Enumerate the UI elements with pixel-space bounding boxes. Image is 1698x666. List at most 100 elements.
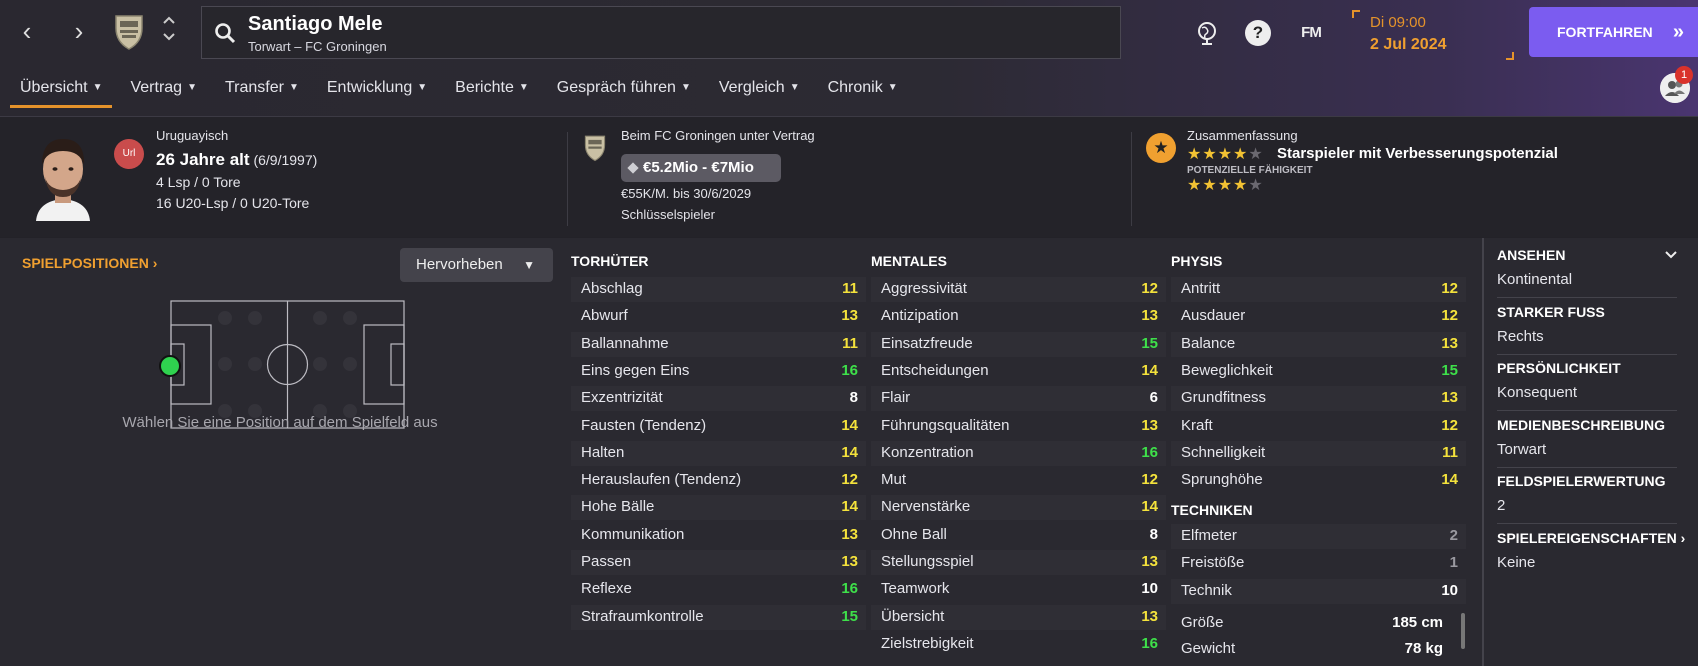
continue-button[interactable]: FORTFAHREN »	[1529, 7, 1698, 57]
age-line: 26 Jahre alt (6/9/1997)	[156, 150, 317, 170]
position-pitch[interactable]	[170, 300, 405, 429]
tab-vertrag[interactable]: Vertrag ▼	[120, 78, 207, 108]
attribute-row[interactable]: Mut 12	[871, 468, 1166, 493]
attribute-row[interactable]: Halten 14	[571, 440, 866, 466]
club-crest-icon[interactable]	[581, 133, 609, 163]
wage: €55K/M. bis 30/6/2029	[621, 186, 752, 201]
player-summary: Url Uruguayisch 26 Jahre alt (6/9/1997) …	[0, 117, 1698, 237]
forward-arrow-icon[interactable]: ›	[64, 16, 94, 46]
attribute-row[interactable]: Abwurf 13	[571, 304, 866, 329]
attribute-row[interactable]: Ballannahme 11	[571, 331, 866, 357]
tab-vergleich[interactable]: Vergleich ▼	[709, 78, 810, 108]
attribute-row[interactable]: Stellungsspiel 13	[871, 550, 1166, 575]
star-icon: ★	[1187, 177, 1203, 194]
fm-logo[interactable]: FM	[1296, 20, 1326, 46]
attribute-row[interactable]: Kommunikation 13	[571, 523, 866, 548]
attribute-row[interactable]: Übersicht 13	[871, 604, 1166, 630]
attribute-value: 8	[849, 389, 858, 407]
chevron-down-icon: ▼	[789, 82, 800, 93]
current-ability-stars: ★★★★★	[1187, 144, 1264, 164]
star-icon: ★	[1187, 146, 1203, 163]
chevron-down-icon: ▼	[523, 258, 535, 272]
attribute-row[interactable]: Ausdauer 12	[1171, 304, 1466, 329]
tab-chronik[interactable]: Chronik ▼	[818, 78, 908, 108]
profile-label[interactable]: SPIELEREIGENSCHAFTEN ›	[1497, 530, 1685, 546]
highlight-dropdown[interactable]: Hervorheben ▼	[400, 248, 553, 282]
attribute-value: 13	[1141, 416, 1158, 434]
summary-title: Zusammenfassung	[1187, 128, 1298, 143]
chevron-down-icon[interactable]	[1664, 248, 1678, 265]
profile-panel: ANSEHEN Kontinental STARKER FUSS Rechts PERS…	[1482, 238, 1698, 666]
attribute-row[interactable]: Reflexe 16	[571, 577, 866, 602]
attribute-name: Balance	[1181, 334, 1236, 352]
date-date: 2 Jul 2024	[1370, 36, 1447, 53]
attribute-value: 13	[1141, 307, 1158, 325]
tab-uebersicht[interactable]: Übersicht ▼	[10, 78, 113, 108]
attribute-value: 14	[841, 416, 858, 434]
help-icon[interactable]: ?	[1245, 20, 1271, 46]
attribute-row[interactable]: Exzentrizität 8	[571, 386, 866, 412]
attribute-row[interactable]: Eins gegen Eins 16	[571, 359, 866, 384]
attribute-row[interactable]: Technik 10	[1171, 578, 1466, 604]
attribute-value: 2	[1449, 527, 1458, 544]
date-display[interactable]: Di 09:00 2 Jul 2024	[1348, 8, 1514, 60]
attribute-value: 13	[1441, 389, 1458, 407]
attribute-row[interactable]: Aggressivität 12	[871, 277, 1166, 302]
attribute-row[interactable]: Zielstrebigkeit 16	[871, 632, 1166, 657]
attribute-value: 16	[1141, 443, 1158, 461]
tab-entwicklung[interactable]: Entwicklung ▼	[317, 78, 437, 108]
club-crest-icon[interactable]	[110, 12, 148, 52]
attribute-row[interactable]: Flair 6	[871, 386, 1166, 412]
tab-berichte[interactable]: Berichte ▼	[445, 78, 539, 108]
attribute-row[interactable]: Kraft 12	[1171, 414, 1466, 439]
attribute-value: 6	[1149, 389, 1158, 407]
attribute-row[interactable]: Nervenstärke 14	[871, 495, 1166, 521]
attribute-row[interactable]: Grundfitness 13	[1171, 386, 1466, 412]
tab-transfer[interactable]: Transfer ▼	[215, 78, 309, 108]
world-icon[interactable]	[1195, 20, 1221, 46]
age: 26 Jahre alt	[156, 150, 250, 169]
back-arrow-icon[interactable]: ‹	[12, 16, 42, 46]
attribute-row[interactable]: Einsatzfreude 15	[871, 331, 1166, 357]
attribute-name: Mut	[881, 471, 907, 489]
attribute-name: Stellungsspiel	[881, 553, 974, 570]
attribute-row[interactable]: Strafraumkontrolle 15	[571, 604, 866, 630]
attribute-row[interactable]: Antizipation 13	[871, 304, 1166, 329]
attribute-row[interactable]: Freistöße 1	[1171, 551, 1466, 576]
attribute-row[interactable]: Fausten (Tendenz) 14	[571, 414, 866, 439]
attribute-row[interactable]: Herauslaufen (Tendenz) 12	[571, 468, 866, 493]
attribute-row[interactable]: Antritt 12	[1171, 277, 1466, 302]
attribute-row[interactable]: Beweglichkeit 15	[1171, 359, 1466, 384]
attribute-row[interactable]: Abschlag 11	[571, 277, 866, 302]
positions-link[interactable]: SPIELPOSITIONEN ›	[22, 255, 157, 271]
transfer-value[interactable]: €5.2Mio - €7Mio	[621, 154, 781, 182]
goalkeeper-position-marker[interactable]	[158, 354, 182, 378]
chevron-down-icon: ▼	[887, 82, 898, 93]
attribute-row[interactable]: Hohe Bälle 14	[571, 495, 866, 521]
mental-heading: MENTALES	[871, 253, 947, 269]
attribute-row[interactable]: Balance 13	[1171, 331, 1466, 357]
attribute-row[interactable]: Passen 13	[571, 550, 866, 575]
attribute-row[interactable]: Führungsqualitäten 13	[871, 414, 1166, 439]
scrollbar[interactable]	[1461, 613, 1465, 649]
switch-player-icon[interactable]	[160, 14, 178, 48]
potential-ability-stars: ★★★★★	[1187, 175, 1264, 195]
player-search-bar[interactable]: Santiago Mele Torwart – FC Groningen	[201, 6, 1121, 59]
attribute-row[interactable]: Elfmeter 2	[1171, 524, 1466, 549]
squad-status: Schlüsselspieler	[621, 207, 715, 222]
attribute-row[interactable]: Sprunghöhe 14	[1171, 468, 1466, 493]
tab-gespraech[interactable]: Gespräch führen ▼	[547, 78, 701, 108]
attribute-row[interactable]: Konzentration 16	[871, 440, 1166, 466]
attribute-name: Elfmeter	[1181, 527, 1237, 544]
profile-label: FELDSPIELERWERTUNG	[1497, 473, 1666, 489]
attribute-row[interactable]: Schnelligkeit 11	[1171, 440, 1466, 466]
attribute-row[interactable]: Teamwork 10	[871, 577, 1166, 602]
attribute-row[interactable]: Entscheidungen 14	[871, 359, 1166, 384]
attributes-panel: SPIELPOSITIONEN › Hervorheben ▼ Wählen S…	[0, 238, 1698, 666]
attribute-name: Hohe Bälle	[581, 498, 655, 516]
nationality-flag[interactable]: Url	[114, 139, 144, 169]
search-icon	[215, 23, 236, 44]
attribute-value: 11	[1442, 443, 1458, 461]
attribute-row[interactable]: Ohne Ball 8	[871, 523, 1166, 548]
top-bar: ‹ › Santiago Mele Torwart – FC Groningen…	[0, 0, 1698, 117]
